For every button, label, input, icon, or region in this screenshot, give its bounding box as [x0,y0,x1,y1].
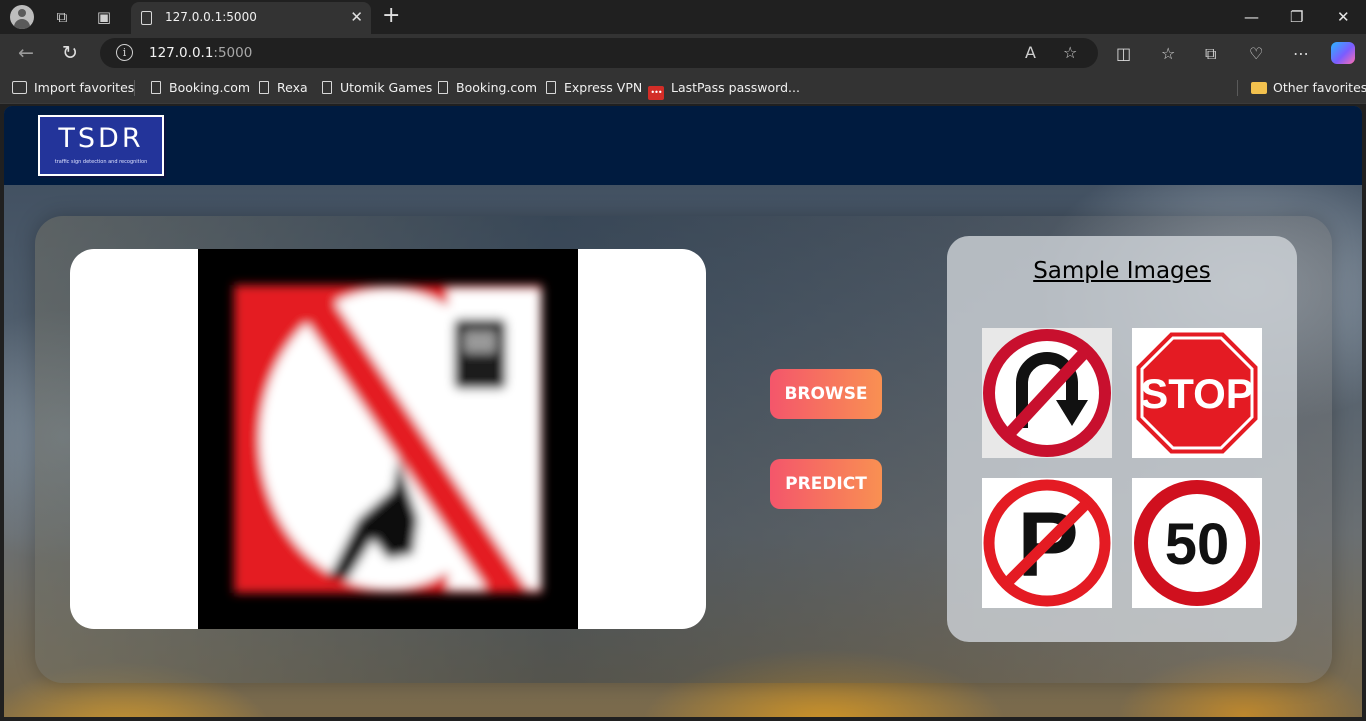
site-navbar: TSDR traffic sign detection and recognit… [4,106,1362,185]
speed-limit-text: 50 [1165,512,1230,577]
sample-speed-limit-50[interactable]: 50 [1132,478,1262,608]
active-tab[interactable]: 127.0.0.1:5000 ✕ [131,2,371,34]
sample-images-card: Sample Images STOP 50 [947,236,1297,642]
sample-images-title: Sample Images [1033,258,1211,284]
other-favorites[interactable]: Other favorites [1251,80,1366,95]
lastpass-icon: ••• [648,86,664,100]
bookmark-booking-2[interactable]: Booking.com [438,80,537,95]
workspaces-icon[interactable]: ⧉ [52,7,72,27]
speed-limit-50-sign-icon: 50 [1134,480,1260,606]
restore-icon[interactable]: ❐ [1290,8,1303,26]
bookmark-lastpass[interactable]: ••• LastPass password... [648,80,800,100]
logo-title: TSDR [58,123,144,154]
image-frame [198,249,578,629]
bookmark-utomik-games[interactable]: Utomik Games [322,80,432,95]
folder-icon [1251,82,1267,94]
no-parking-sign-icon: P [983,479,1111,607]
sample-no-parking[interactable]: P [982,478,1112,608]
profile-avatar-icon[interactable] [10,5,34,29]
browse-button[interactable]: BROWSE [770,369,882,419]
main-panel: BROWSE PREDICT Sample Images STOP 50 [35,216,1332,683]
divider [1237,80,1238,96]
bookmark-booking[interactable]: Booking.com [151,80,250,95]
close-window-icon[interactable]: ✕ [1337,8,1350,26]
site-info-icon[interactable]: i [116,44,133,61]
divider [134,80,135,96]
copilot-icon[interactable] [1331,42,1355,64]
page-icon [322,81,332,94]
stop-sign-text: STOP [1140,370,1254,417]
read-aloud-icon[interactable]: A [1025,43,1036,62]
predict-button[interactable]: PREDICT [770,459,882,509]
address-bar-row: ← ↻ i 127.0.0.1:5000 A ☆ ◫ ☆ ⧉ ♡ ⋯ [0,34,1366,72]
collections-icon[interactable]: ⧉ [1205,44,1216,64]
split-screen-icon[interactable]: ◫ [1116,44,1131,63]
minimize-icon[interactable]: — [1244,8,1259,26]
page-icon [141,11,152,25]
tsdr-logo[interactable]: TSDR traffic sign detection and recognit… [38,115,164,176]
page-icon [151,81,161,94]
uploaded-image-preview [70,249,706,629]
page-icon [259,81,269,94]
page-viewport: TSDR traffic sign detection and recognit… [4,106,1362,717]
stop-sign-icon: STOP [1133,329,1261,457]
logo-subtitle: traffic sign detection and recognition [54,159,148,165]
back-icon[interactable]: ← [18,42,34,64]
sample-stop[interactable]: STOP [1132,328,1262,458]
favorites-icon[interactable]: ☆ [1161,44,1175,63]
tab-actions-icon[interactable]: ▣ [94,7,114,27]
import-icon [12,81,27,94]
refresh-icon[interactable]: ↻ [62,42,78,64]
no-u-turn-sign-icon [982,328,1112,458]
bookmark-express-vpn[interactable]: Express VPN [546,80,642,95]
uploaded-sign-image [234,285,542,593]
more-menu-icon[interactable]: ⋯ [1293,44,1309,63]
bookmark-rexa[interactable]: Rexa [259,80,308,95]
browser-essentials-icon[interactable]: ♡ [1249,44,1263,63]
sample-no-u-turn[interactable] [982,328,1112,458]
favorite-star-icon[interactable]: ☆ [1063,43,1077,62]
close-tab-icon[interactable]: ✕ [350,8,363,26]
favorites-bar: Import favorites Booking.com Rexa Utomik… [0,72,1366,104]
page-icon [438,81,448,94]
page-icon [546,81,556,94]
tab-strip: ⧉ ▣ 127.0.0.1:5000 ✕ + — ❐ ✕ [0,0,1366,34]
new-tab-icon[interactable]: + [382,3,400,28]
tab-title: 127.0.0.1:5000 [165,10,257,24]
bookmark-import-favorites[interactable]: Import favorites [12,80,134,95]
address-bar[interactable]: i 127.0.0.1:5000 A ☆ [100,38,1098,68]
url-text[interactable]: 127.0.0.1:5000 [149,45,252,61]
